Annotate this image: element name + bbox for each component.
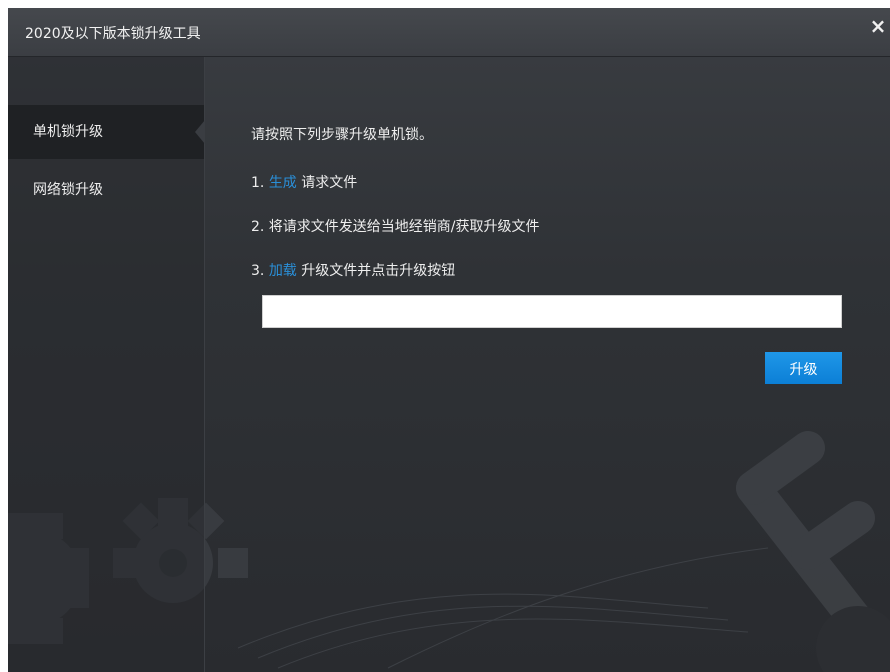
window-title: 2020及以下版本锁升级工具 bbox=[25, 26, 201, 42]
sidebar-item-label: 单机锁升级 bbox=[33, 124, 103, 140]
step-3: 3. 加载 升级文件并点击升级按钮 bbox=[251, 260, 455, 280]
upgrade-tool-window: 2020及以下版本锁升级工具 × 单机锁升级 网络锁升级 请按照下列步骤升级单机… bbox=[8, 8, 890, 672]
load-link[interactable]: 加载 bbox=[269, 263, 297, 279]
close-icon[interactable]: × bbox=[866, 14, 890, 38]
swoosh-lines bbox=[237, 547, 769, 669]
active-indicator bbox=[195, 120, 205, 144]
title-bar: 2020及以下版本锁升级工具 × bbox=[8, 8, 890, 57]
upgrade-button[interactable]: 升级 bbox=[765, 352, 842, 384]
sidebar: 单机锁升级 网络锁升级 bbox=[8, 57, 205, 672]
step-1-text: 请求文件 bbox=[301, 175, 358, 191]
sidebar-item-label: 网络锁升级 bbox=[33, 182, 103, 198]
step-1-number: 1. bbox=[251, 175, 265, 191]
key-ring-icon bbox=[816, 606, 890, 672]
sidebar-item-standalone-lock[interactable]: 单机锁升级 bbox=[8, 105, 205, 159]
step-3-text: 升级文件并点击升级按钮 bbox=[301, 263, 456, 279]
sidebar-item-network-lock[interactable]: 网络锁升级 bbox=[8, 163, 204, 217]
instructions-intro: 请按照下列步骤升级单机锁。 bbox=[251, 127, 433, 143]
file-path-input[interactable] bbox=[262, 295, 842, 328]
step-1: 1. 生成 请求文件 bbox=[251, 172, 357, 192]
step-2: 2. 将请求文件发送给当地经销商/获取升级文件 bbox=[251, 219, 540, 235]
generate-link[interactable]: 生成 bbox=[269, 175, 297, 191]
step-3-number: 3. bbox=[251, 263, 265, 279]
